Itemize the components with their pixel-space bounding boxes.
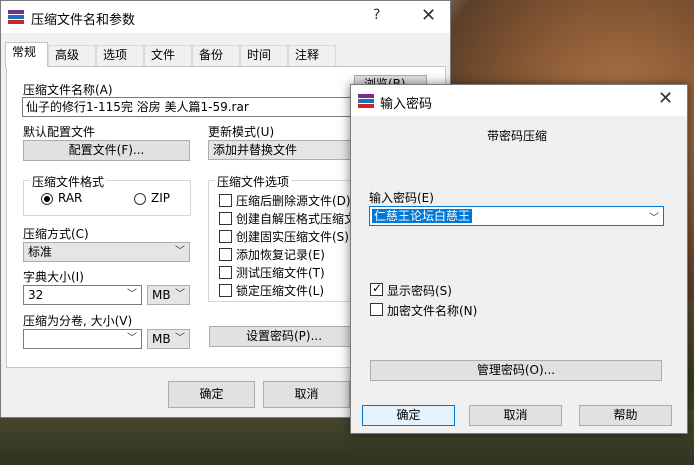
dialog-title: 压缩文件名和参数 [31,13,136,28]
password-cancel-button[interactable]: 取消 [469,405,562,426]
format-zip-radio[interactable] [134,193,146,205]
option-checkbox[interactable] [219,212,232,225]
tab-files[interactable]: 文件 [144,45,192,66]
format-zip-label: ZIP [151,191,170,205]
enter-password-label: 输入密码(E) [369,191,434,205]
dict-size-select[interactable]: 32 ﹀ [23,285,142,305]
archive-name-label: 压缩文件名称(A) [23,83,113,97]
password-input[interactable]: 仁慈王论坛白慈王 ﹀ [369,206,664,226]
tab-options[interactable]: 选项 [96,45,144,66]
close-icon[interactable]: ✕ [658,88,673,109]
password-title-bar: 输入密码 ✕ [351,85,687,116]
option-label: 压缩后删除源文件(D) [236,194,351,208]
option-label: 创建自解压格式压缩文 [236,212,357,226]
dict-unit-value: MB [152,288,171,302]
tab-comment[interactable]: 注释 [288,45,336,66]
update-mode-label: 更新模式(U) [208,125,275,139]
option-checkbox[interactable] [219,248,232,261]
password-ok-button[interactable]: 确定 [362,405,455,426]
method-label: 压缩方式(C) [23,227,89,241]
split-unit-select[interactable]: MB ﹀ [147,329,190,349]
cancel-button[interactable]: 取消 [263,381,350,408]
dict-unit-select[interactable]: MB ﹀ [147,285,190,305]
check-icon: ✓ [372,281,383,295]
option-checkbox[interactable] [219,194,232,207]
encrypt-names-checkbox[interactable] [370,303,383,316]
option-label: 创建固实压缩文件(S) [236,230,349,244]
show-password-label: 显示密码(S) [387,284,452,298]
title-bar: 压缩文件名和参数 ? ✕ [1,1,450,33]
winrar-icon [8,10,24,24]
default-profile-label: 默认配置文件 [23,125,96,139]
tab-time[interactable]: 时间 [240,45,288,66]
password-help-button[interactable]: 帮助 [579,405,672,426]
dict-label: 字典大小(I) [23,270,84,284]
split-size-select[interactable]: ﹀ [23,329,142,349]
format-rar-label: RAR [58,191,83,205]
encrypt-names-label: 加密文件名称(N) [387,304,478,318]
option-checkbox[interactable] [219,230,232,243]
format-group-title: 压缩文件格式 [30,173,107,190]
option-checkbox[interactable] [219,266,232,279]
split-unit-value: MB [152,332,171,346]
profiles-button[interactable]: 配置文件(F)... [23,140,190,161]
password-value: 仁慈王论坛白慈王 [372,209,473,223]
set-password-button[interactable]: 设置密码(P)... [209,326,359,347]
chevron-down-icon: ﹀ [127,333,137,344]
help-icon[interactable]: ? [373,7,380,23]
options-group: 压缩文件选项 压缩后删除源文件(D) 创建自解压格式压缩文 创建固实压缩文件(S… [208,173,358,302]
dict-size-value: 32 [28,288,44,302]
tab-advanced[interactable]: 高级 [48,45,96,66]
show-password-checkbox[interactable]: ✓ [370,281,383,296]
chevron-down-icon: ﹀ [175,333,185,344]
option-label: 测试压缩文件(T) [236,266,325,280]
tab-backup[interactable]: 备份 [192,45,240,66]
winrar-icon [358,94,374,108]
option-checkbox[interactable] [219,284,232,297]
password-dialog-title: 输入密码 [380,97,433,112]
update-mode-select[interactable]: 添加并替换文件 [208,140,358,160]
option-label: 锁定压缩文件(L) [236,284,325,298]
password-heading: 带密码压缩 [487,129,548,143]
format-rar-radio[interactable] [41,193,53,205]
method-select[interactable]: 标准 ﹀ [23,242,190,262]
ok-button[interactable]: 确定 [168,381,255,408]
method-value: 标准 [28,245,53,259]
close-icon[interactable]: ✕ [421,5,436,26]
manage-passwords-button[interactable]: 管理密码(O)... [370,360,662,381]
password-dialog: 输入密码 ✕ 带密码压缩 输入密码(E) 仁慈王论坛白慈王 ﹀ ✓ 显示密码(S… [350,84,688,434]
chevron-down-icon: ﹀ [175,246,185,257]
options-group-title: 压缩文件选项 [215,173,292,190]
chevron-down-icon: ﹀ [175,289,185,300]
tab-general[interactable]: 常规 [5,42,48,67]
chevron-down-icon: ﹀ [127,289,137,300]
archive-name-input[interactable]: 仙子的修行1-115完 浴房 美人篇1-59.rar [22,97,352,117]
option-label: 添加恢复记录(E) [236,248,325,262]
format-group: 压缩文件格式 RAR ZIP [23,173,191,216]
split-label: 压缩为分卷, 大小(V) [23,314,133,328]
update-mode-value: 添加并替换文件 [213,143,298,157]
chevron-down-icon: ﹀ [649,213,659,224]
